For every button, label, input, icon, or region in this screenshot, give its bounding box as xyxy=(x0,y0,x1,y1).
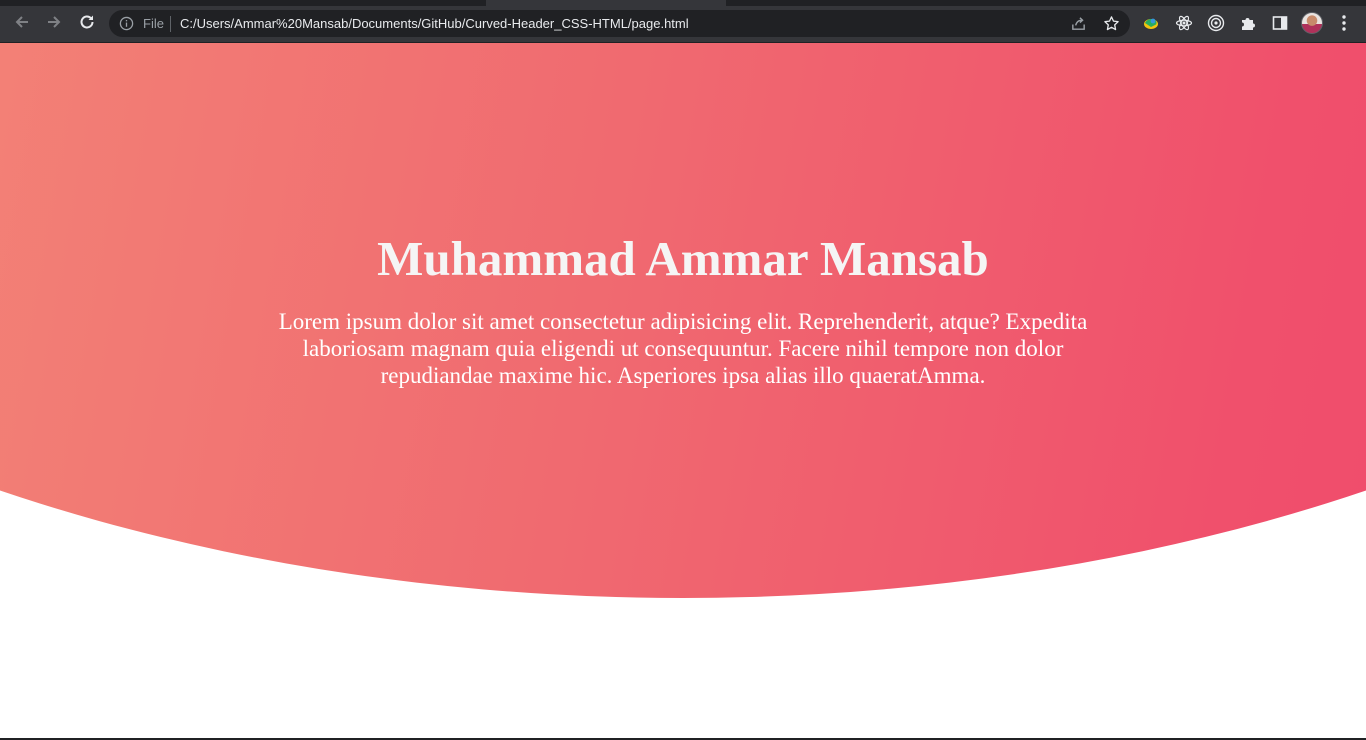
avatar[interactable] xyxy=(1301,12,1323,34)
page-title: Muhammad Ammar Mansab xyxy=(377,231,989,286)
target-extension-icon[interactable] xyxy=(1207,14,1225,32)
tabstrip-edge xyxy=(0,0,486,6)
omnibox-divider xyxy=(170,16,171,32)
page-viewport: Muhammad Ammar Mansab Lorem ipsum dolor … xyxy=(0,43,1366,740)
scheme-label: File xyxy=(143,16,164,31)
tabstrip-edge xyxy=(726,0,1366,6)
reload-icon xyxy=(80,15,94,29)
reload-button[interactable] xyxy=(76,11,98,33)
address-bar[interactable]: File C:/Users/Ammar%20Mansab/Documents/G… xyxy=(109,10,1130,37)
kebab-menu-icon[interactable] xyxy=(1337,14,1351,32)
arrow-left-icon xyxy=(15,16,28,28)
header-paragraph: Lorem ipsum dolor sit amet consectetur a… xyxy=(278,309,1088,388)
puzzle-icon[interactable] xyxy=(1239,14,1257,32)
back-button[interactable] xyxy=(11,11,33,33)
url-text[interactable]: C:/Users/Ammar%20Mansab/Documents/GitHub… xyxy=(180,16,689,31)
browser-toolbar: File C:/Users/Ammar%20Mansab/Documents/G… xyxy=(0,0,1366,43)
arrow-right-icon xyxy=(48,16,61,28)
curved-header: Muhammad Ammar Mansab Lorem ipsum dolor … xyxy=(0,43,1366,598)
share-icon[interactable] xyxy=(1070,15,1087,32)
info-icon[interactable] xyxy=(119,16,134,31)
react-devtools-icon[interactable] xyxy=(1175,14,1193,32)
star-icon[interactable] xyxy=(1103,15,1120,32)
forward-button[interactable] xyxy=(43,11,65,33)
globe-extension-icon[interactable] xyxy=(1142,14,1160,32)
side-panel-icon[interactable] xyxy=(1271,14,1289,32)
